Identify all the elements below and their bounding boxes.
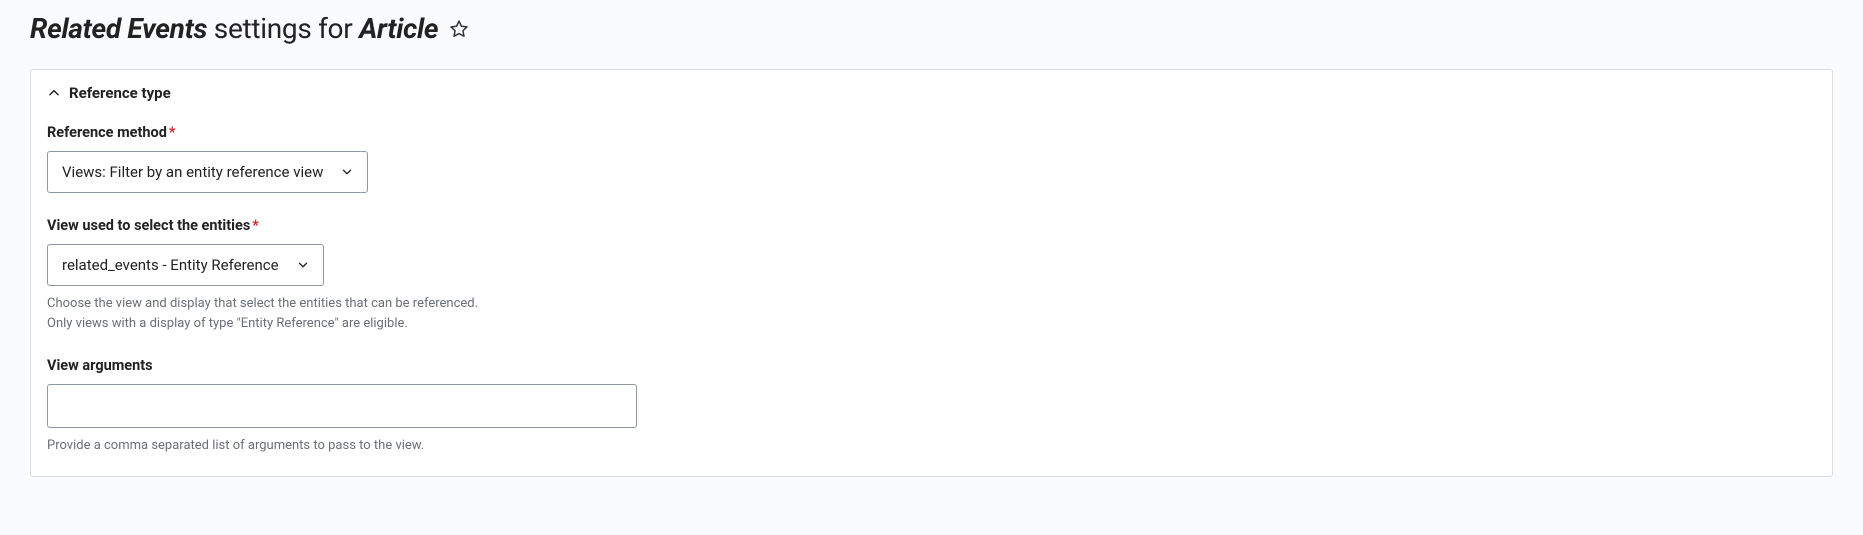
- fieldset-toggle[interactable]: Reference type: [31, 70, 1832, 116]
- page-title-mid: settings for: [207, 12, 359, 45]
- view-used-select[interactable]: related_events - Entity Reference: [47, 244, 324, 286]
- reference-type-fieldset: Reference type Reference method* Views: …: [30, 69, 1833, 477]
- required-mark: *: [252, 217, 259, 234]
- view-arguments-label: View arguments: [47, 357, 1816, 374]
- reference-method-select[interactable]: Views: Filter by an entity reference vie…: [47, 151, 368, 193]
- view-used-label: View used to select the entities*: [47, 217, 1816, 234]
- fieldset-title: Reference type: [69, 84, 171, 102]
- page-title: Related Events settings for Article: [30, 12, 438, 45]
- chevron-up-icon: [47, 86, 61, 100]
- view-arguments-description: Provide a comma separated list of argume…: [47, 436, 607, 456]
- page-title-suffix: Article: [359, 12, 438, 45]
- page-title-prefix: Related Events: [30, 12, 207, 45]
- view-arguments-input[interactable]: [47, 384, 637, 428]
- view-used-description: Choose the view and display that select …: [47, 294, 607, 333]
- star-icon[interactable]: [448, 18, 470, 40]
- required-mark: *: [169, 124, 176, 141]
- reference-method-label: Reference method*: [47, 124, 1816, 141]
